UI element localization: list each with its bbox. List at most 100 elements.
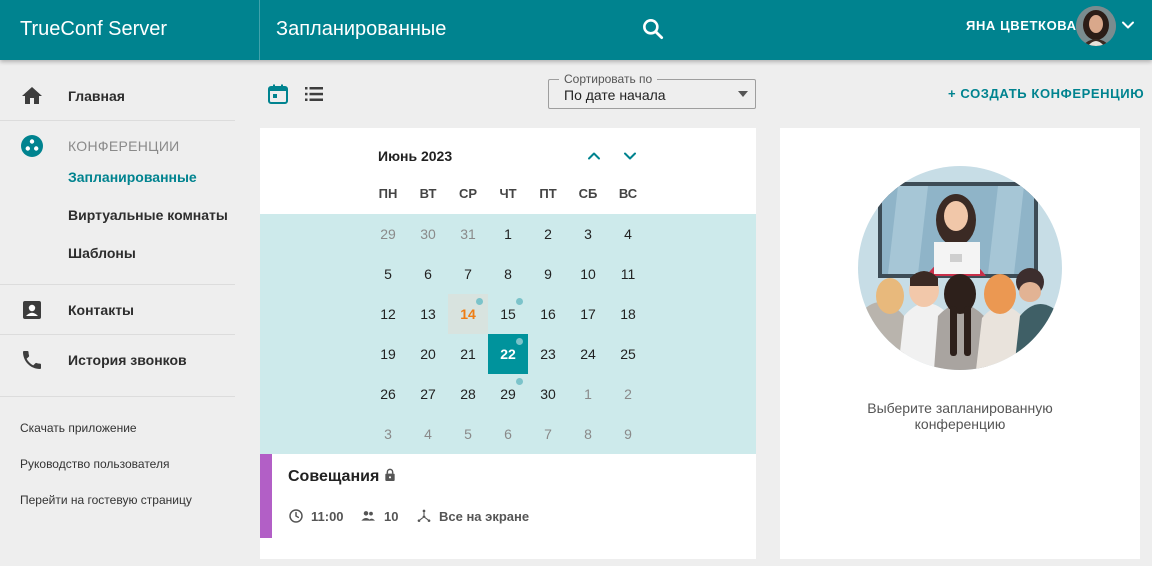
calendar-day[interactable]: 14 <box>448 294 488 334</box>
calendar-day[interactable]: 4 <box>608 214 648 254</box>
event-participants: 10 <box>384 509 399 524</box>
calendar-day[interactable]: 16 <box>528 294 568 334</box>
calendar-day-number: 9 <box>624 426 632 442</box>
calendar-day[interactable]: 11 <box>608 254 648 294</box>
calendar-day[interactable]: 1 <box>488 214 528 254</box>
calendar-day[interactable]: 3 <box>568 214 608 254</box>
calendar-day[interactable]: 24 <box>568 334 608 374</box>
sidebar-divider <box>0 284 235 285</box>
list-view-icon[interactable] <box>302 82 326 106</box>
chevron-up-icon[interactable] <box>584 146 604 166</box>
sidebar-item-templates[interactable]: Шаблоны <box>68 243 136 263</box>
calendar-day-number: 12 <box>380 306 396 322</box>
calendar-day-number: 8 <box>584 426 592 442</box>
calendar-day[interactable]: 5 <box>448 414 488 454</box>
download-app-link[interactable]: Скачать приложение <box>20 420 137 436</box>
calendar-day-number: 29 <box>500 386 516 402</box>
participants-icon <box>361 511 375 521</box>
home-icon <box>22 87 42 104</box>
event-title: Совещания <box>288 468 380 485</box>
sidebar-item-label: Главная <box>68 88 125 104</box>
sidebar-item-virtual-rooms[interactable]: Виртуальные комнаты <box>68 205 228 225</box>
calendar-day[interactable]: 20 <box>408 334 448 374</box>
calendar-day[interactable]: 3 <box>368 414 408 454</box>
calendar-day-number: 7 <box>544 426 552 442</box>
calendar-day[interactable]: 5 <box>368 254 408 294</box>
calendar-day[interactable]: 2 <box>608 374 648 414</box>
sort-label: Сортировать по <box>559 72 658 86</box>
create-conference-button[interactable]: + СОЗДАТЬ КОНФЕРЕНЦИЮ <box>948 86 1144 102</box>
calendar-day-number: 4 <box>624 226 632 242</box>
event-time: 11:00 <box>311 509 344 524</box>
weekday-label: ВС <box>618 186 638 201</box>
calendar-day[interactable]: 23 <box>528 334 568 374</box>
month-title: Июнь 2023 <box>378 148 453 164</box>
sidebar-item-conferences[interactable]: КОНФЕРЕНЦИИ <box>0 124 259 168</box>
chevron-down-icon[interactable] <box>620 146 640 166</box>
calendar-view-icon[interactable] <box>266 82 290 106</box>
calendar-day-number: 10 <box>580 266 596 282</box>
calendar-day[interactable]: 28 <box>448 374 488 414</box>
sidebar-item-label: КОНФЕРЕНЦИИ <box>68 138 180 154</box>
calendar-day[interactable]: 10 <box>568 254 608 294</box>
calendar-day[interactable]: 21 <box>448 334 488 374</box>
calendar-day-number: 24 <box>580 346 596 362</box>
calendar-day[interactable]: 9 <box>608 414 648 454</box>
calendar-day[interactable]: 15 <box>488 294 528 334</box>
empty-state-message: Выберите запланированную конференцию <box>867 400 1053 432</box>
sidebar-item-scheduled[interactable]: Запланированные <box>68 167 197 187</box>
sort-select[interactable]: Сортировать по По дате начала <box>548 72 756 109</box>
calendar-day[interactable]: 29 <box>488 374 528 414</box>
guest-page-link[interactable]: Перейти на гостевую страницу <box>20 492 192 508</box>
calendar-day[interactable]: 6 <box>408 254 448 294</box>
conference-illustration <box>858 166 1062 370</box>
calendar-day-number: 4 <box>424 426 432 442</box>
calendar-day[interactable]: 6 <box>488 414 528 454</box>
calendar-day-number: 6 <box>424 266 432 282</box>
chevron-down-icon[interactable] <box>1118 15 1138 35</box>
calendar-day[interactable]: 17 <box>568 294 608 334</box>
calendar-day[interactable]: 29 <box>368 214 408 254</box>
event-layout: Все на экране <box>439 509 530 524</box>
sidebar-item-contacts[interactable]: Контакты <box>0 288 259 332</box>
calendar-day[interactable]: 22 <box>488 334 528 374</box>
app-brand[interactable]: TrueConf Server <box>20 0 167 60</box>
calendar-day[interactable]: 26 <box>368 374 408 414</box>
calendar-day-number: 7 <box>464 266 472 282</box>
calendar-day[interactable]: 31 <box>448 214 488 254</box>
calendar-day-number: 17 <box>580 306 596 322</box>
calendar-day[interactable]: 1 <box>568 374 608 414</box>
calendar-day[interactable]: 25 <box>608 334 648 374</box>
calendar-day[interactable]: 12 <box>368 294 408 334</box>
calendar-day-number: 5 <box>384 266 392 282</box>
calendar-day[interactable]: 9 <box>528 254 568 294</box>
user-guide-link[interactable]: Руководство пользователя <box>20 456 169 472</box>
calendar-day[interactable]: 30 <box>528 374 568 414</box>
user-name[interactable]: ЯНА ЦВЕТКОВА <box>966 0 1077 54</box>
avatar[interactable] <box>1076 6 1116 46</box>
calendar-day[interactable]: 30 <box>408 214 448 254</box>
conference-details-panel: Выберите запланированную конференцию <box>780 128 1140 559</box>
calendar-day[interactable]: 19 <box>368 334 408 374</box>
calendar-day[interactable]: 2 <box>528 214 568 254</box>
calendar-day[interactable]: 7 <box>528 414 568 454</box>
search-icon[interactable] <box>640 16 666 42</box>
calendar-panel: Июнь 2023 ПН ВТ СР ЧТ ПТ СБ ВС 29 30 31 1 2 3 4 5 6 7 8 9… <box>260 128 756 559</box>
calendar-day-number: 5 <box>464 426 472 442</box>
sidebar-item-call-history[interactable]: История звонков <box>0 338 259 382</box>
calendar-day[interactable]: 4 <box>408 414 448 454</box>
sidebar-divider <box>0 120 235 121</box>
calendar-day[interactable]: 18 <box>608 294 648 334</box>
sidebar-divider <box>0 334 235 335</box>
calendar-day[interactable]: 8 <box>488 254 528 294</box>
calendar-day[interactable]: 7 <box>448 254 488 294</box>
layout-icon <box>417 509 431 522</box>
sidebar-item-home[interactable]: Главная <box>0 74 259 118</box>
event-indicator-dot <box>516 338 523 345</box>
calendar-day[interactable]: 8 <box>568 414 608 454</box>
event-card[interactable]: Совещания 11:00 10 Все на экране <box>260 454 756 538</box>
dropdown-arrow-icon <box>738 91 748 97</box>
calendar-day[interactable]: 27 <box>408 374 448 414</box>
calendar-day[interactable]: 13 <box>408 294 448 334</box>
calendar-day-number: 20 <box>420 346 436 362</box>
